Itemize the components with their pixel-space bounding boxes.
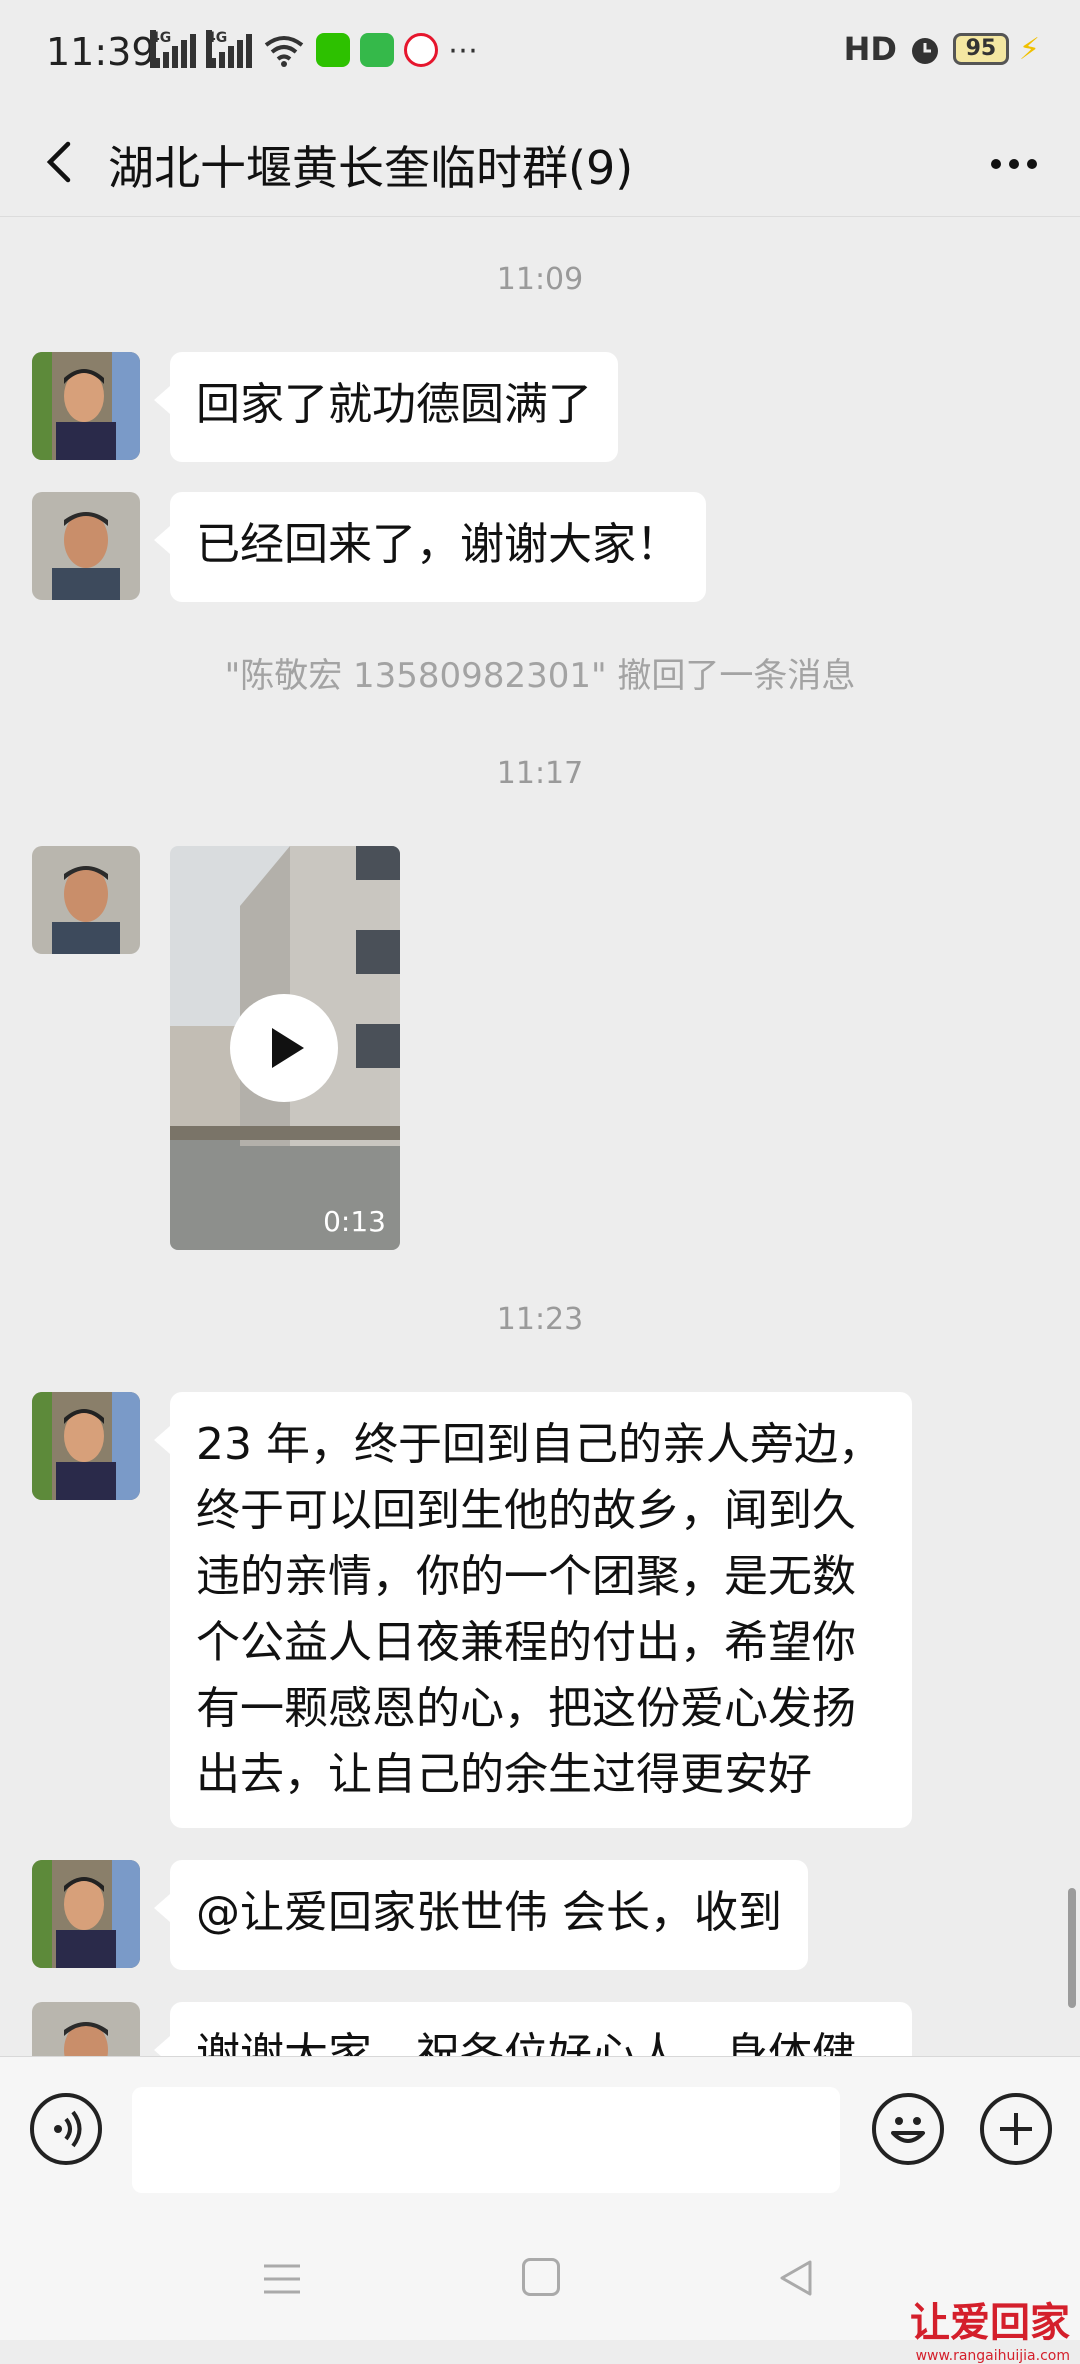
video-message[interactable]: 0:13: [170, 846, 400, 1250]
plus-icon: [1000, 2113, 1032, 2145]
message-bubble[interactable]: 谢谢大家，祝各位好心人，身体健: [154, 2002, 912, 2056]
voice-button[interactable]: [30, 2093, 102, 2165]
message-text-line: 23 年，终于回到自己的亲人旁边，: [196, 1419, 882, 1470]
play-icon[interactable]: [230, 994, 338, 1102]
message-timestamp: 11:23: [496, 1302, 584, 1337]
video-duration: 0:13: [323, 1205, 386, 1238]
avatar[interactable]: [32, 352, 140, 460]
alarm-icon: [911, 38, 938, 64]
status-left-icons: 4G 4G ⋯: [150, 30, 478, 68]
watermark: 让爱回家 www.rangaihuijia.com: [910, 2290, 1070, 2364]
message-input[interactable]: [132, 2087, 840, 2193]
message-bubble[interactable]: 已经回来了，谢谢大家！: [154, 492, 706, 602]
more-dots-icon: ⋯: [448, 32, 478, 68]
message-text-line: 终于可以回到生他的故乡，闻到久: [196, 1485, 856, 1536]
charging-icon: ⚡: [1018, 31, 1040, 67]
avatar[interactable]: [32, 492, 140, 600]
scrollbar[interactable]: [1068, 1888, 1076, 2008]
watermark-url: www.rangaihuijia.com: [915, 2348, 1070, 2364]
message-text: @让爱回家张世伟 会长，收到: [196, 1887, 782, 1938]
message-timestamp: 11:17: [496, 756, 584, 791]
avatar[interactable]: [32, 1392, 140, 1500]
hd-label: HD: [843, 30, 897, 68]
message-bubble[interactable]: @让爱回家张世伟 会长，收到: [154, 1860, 808, 1970]
more-functions-button[interactable]: [980, 2093, 1052, 2165]
back-arrow-icon[interactable]: [30, 132, 90, 192]
recall-notice: "陈敬宏 13580982301" 撤回了一条消息: [224, 656, 856, 696]
wifi-icon: [264, 36, 304, 67]
voice-icon: [54, 2110, 82, 2148]
signal-icon: 4G: [150, 30, 196, 68]
message-text-line: 违的亲情，你的一个团聚，是无数: [196, 1551, 856, 1602]
message-bubble[interactable]: 23 年，终于回到自己的亲人旁边， 终于可以回到生他的故乡，闻到久 违的亲情，你…: [154, 1392, 912, 1828]
message-bubble[interactable]: 回家了就功德圆满了: [154, 352, 618, 462]
chat-title: 湖北十堰黄长奎临时群(9): [108, 141, 634, 195]
home-icon[interactable]: [522, 2258, 560, 2296]
wechat-icon: [316, 33, 350, 67]
avatar[interactable]: [32, 846, 140, 954]
message-icon: [360, 33, 394, 67]
battery-icon: 95: [952, 33, 1009, 65]
message-text: 谢谢大家，祝各位好心人，身体健: [196, 2029, 856, 2056]
message-list[interactable]: 11:09 回家了就功德圆满了 已经回来了，谢谢大家！ "陈敬宏 1358098…: [0, 216, 1080, 2056]
weibo-icon: [404, 33, 438, 67]
status-right-icons: HD 95 ⚡: [844, 30, 1040, 68]
message-text: 回家了就功德圆满了: [196, 379, 592, 430]
signal-icon: 4G: [206, 30, 252, 68]
avatar[interactable]: [32, 1860, 140, 1968]
status-time: 11:39: [46, 30, 156, 74]
emoji-icon: [891, 2117, 925, 2143]
message-text-line: 出去，让自己的余生过得更安好: [196, 1749, 812, 1800]
emoji-button[interactable]: [872, 2093, 944, 2165]
more-options-icon[interactable]: [984, 144, 1044, 184]
back-triangle-icon[interactable]: [776, 2258, 816, 2298]
message-text: 已经回来了，谢谢大家！: [196, 519, 680, 570]
input-bar: [0, 2056, 1080, 2221]
message-timestamp: 11:09: [496, 262, 584, 297]
chat-header: 湖北十堰黄长奎临时群(9): [0, 110, 1080, 217]
message-text-line: 有一颗感恩的心，把这份爱心发扬: [196, 1683, 856, 1734]
watermark-title: 让爱回家: [910, 2299, 1070, 2346]
message-text-line: 个公益人日夜兼程的付出，希望你: [196, 1617, 856, 1668]
menu-icon[interactable]: [262, 2262, 302, 2296]
status-bar: 11:39 4G 4G ⋯ HD 95 ⚡: [0, 0, 1080, 110]
avatar[interactable]: [32, 2002, 140, 2056]
